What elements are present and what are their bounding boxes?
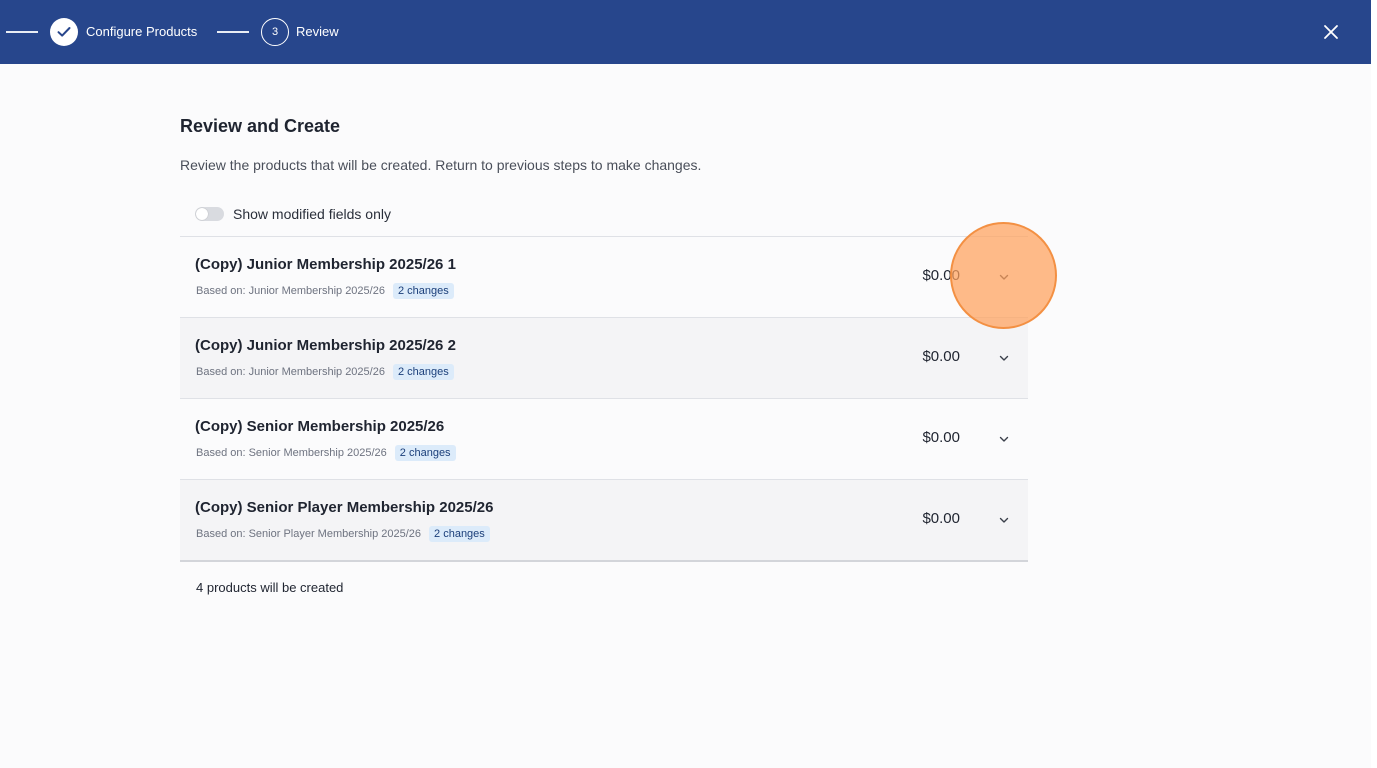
- product-meta: Based on: Senior Membership 2025/26 2 cha…: [196, 444, 456, 464]
- products-count: 4 products will be created: [196, 580, 344, 595]
- based-on-text: Based on: Senior Player Membership 2025/…: [196, 527, 422, 540]
- step-complete-check-icon[interactable]: [50, 18, 78, 46]
- close-icon: [1324, 25, 1338, 39]
- product-row[interactable]: (Copy) Junior Membership 2025/26 1 Based…: [180, 237, 1028, 318]
- modified-fields-toggle[interactable]: [195, 207, 224, 221]
- page: Configure Products 3 Review Review and C…: [0, 0, 1371, 768]
- chevron-down-icon[interactable]: [998, 433, 1010, 445]
- product-row[interactable]: (Copy) Senior Player Membership 2025/26 …: [180, 480, 1028, 562]
- changes-badge: 2 changes: [429, 525, 490, 542]
- product-name: (Copy) Junior Membership 2025/26 1: [195, 256, 456, 273]
- step-review: Review: [296, 24, 339, 39]
- changes-badge: 2 changes: [392, 363, 454, 380]
- product-name: (Copy) Junior Membership 2025/26 2: [195, 337, 456, 354]
- close-button[interactable]: [1319, 20, 1343, 44]
- product-meta: Based on: Senior Player Membership 2025/…: [196, 525, 490, 545]
- product-meta: Based on: Junior Membership 2025/26 2 cha…: [196, 363, 454, 383]
- step-connector: [217, 31, 249, 33]
- product-price: $0.00: [922, 348, 960, 365]
- window-edge: [1371, 0, 1377, 768]
- chevron-down-icon[interactable]: [998, 352, 1010, 364]
- based-on-text: Based on: Junior Membership 2025/26: [196, 365, 385, 378]
- wizard-header: Configure Products 3 Review: [0, 0, 1371, 64]
- product-list: (Copy) Junior Membership 2025/26 1 Based…: [180, 236, 1028, 562]
- product-price: $0.00: [922, 510, 960, 527]
- toggle-label: Show modified fields only: [233, 206, 391, 222]
- step-configure-products[interactable]: Configure Products: [86, 23, 197, 41]
- product-row[interactable]: (Copy) Junior Membership 2025/26 2 Based…: [180, 318, 1028, 399]
- changes-badge: 2 changes: [392, 282, 454, 299]
- step-number: 3: [261, 18, 289, 46]
- based-on-text: Based on: Junior Membership 2025/26: [196, 284, 385, 297]
- based-on-text: Based on: Senior Membership 2025/26: [196, 446, 387, 459]
- product-name: (Copy) Senior Membership 2025/26: [195, 418, 445, 435]
- page-subtitle: Review the products that will be created…: [180, 157, 702, 173]
- changes-badge: 2 changes: [394, 444, 456, 461]
- product-price: $0.00: [922, 267, 960, 284]
- product-price: $0.00: [922, 429, 960, 446]
- product-row[interactable]: (Copy) Senior Membership 2025/26 Based o…: [180, 399, 1028, 480]
- product-meta: Based on: Junior Membership 2025/26 2 cha…: [196, 282, 454, 302]
- chevron-down-icon[interactable]: [998, 514, 1010, 526]
- chevron-down-icon[interactable]: [998, 271, 1010, 283]
- toggle-knob: [196, 208, 208, 220]
- step-connector: [6, 31, 38, 33]
- product-name: (Copy) Senior Player Membership 2025/26: [195, 499, 494, 516]
- page-title: Review and Create: [180, 116, 341, 136]
